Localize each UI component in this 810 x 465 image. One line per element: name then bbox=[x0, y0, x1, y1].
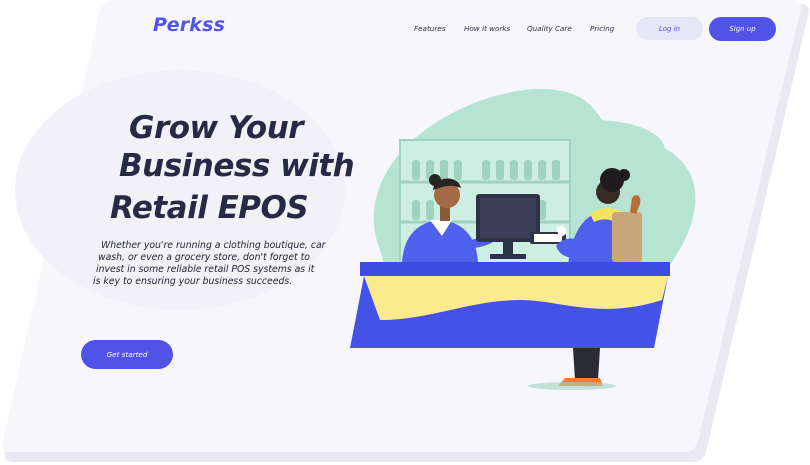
retail-checkout-illustration bbox=[350, 89, 696, 390]
signup-button[interactable]: Sign up bbox=[709, 17, 776, 41]
hero-description-line-1: Whether you're running a clothing boutiq… bbox=[101, 240, 326, 251]
nav-link-quality-care[interactable]: Quality Care bbox=[527, 24, 572, 33]
nav-link-pricing[interactable]: Pricing bbox=[590, 24, 614, 33]
hero-title-line-3: Retail EPOS bbox=[110, 190, 309, 226]
brand-logo[interactable]: Perkss bbox=[153, 14, 225, 36]
hero-title-line-1: Grow Your bbox=[129, 110, 304, 146]
checkout-counter-icon bbox=[350, 262, 670, 348]
login-button[interactable]: Log in bbox=[636, 17, 703, 40]
get-started-button[interactable]: Get started bbox=[81, 340, 173, 369]
nav-link-how-it-works[interactable]: How it works bbox=[464, 24, 510, 33]
hero-description-line-2: wash, or even a grocery store, don't for… bbox=[98, 252, 310, 263]
hero-description-line-3: invest in some reliable retail POS syste… bbox=[96, 264, 315, 275]
hero-description-line-4: is key to ensuring your business succeed… bbox=[93, 276, 293, 287]
nav-link-features[interactable]: Features bbox=[414, 24, 445, 33]
landing-page-mockup: Perkss Features How it works Quality Car… bbox=[0, 0, 810, 465]
hero-title-line-2: Business with bbox=[119, 148, 355, 184]
